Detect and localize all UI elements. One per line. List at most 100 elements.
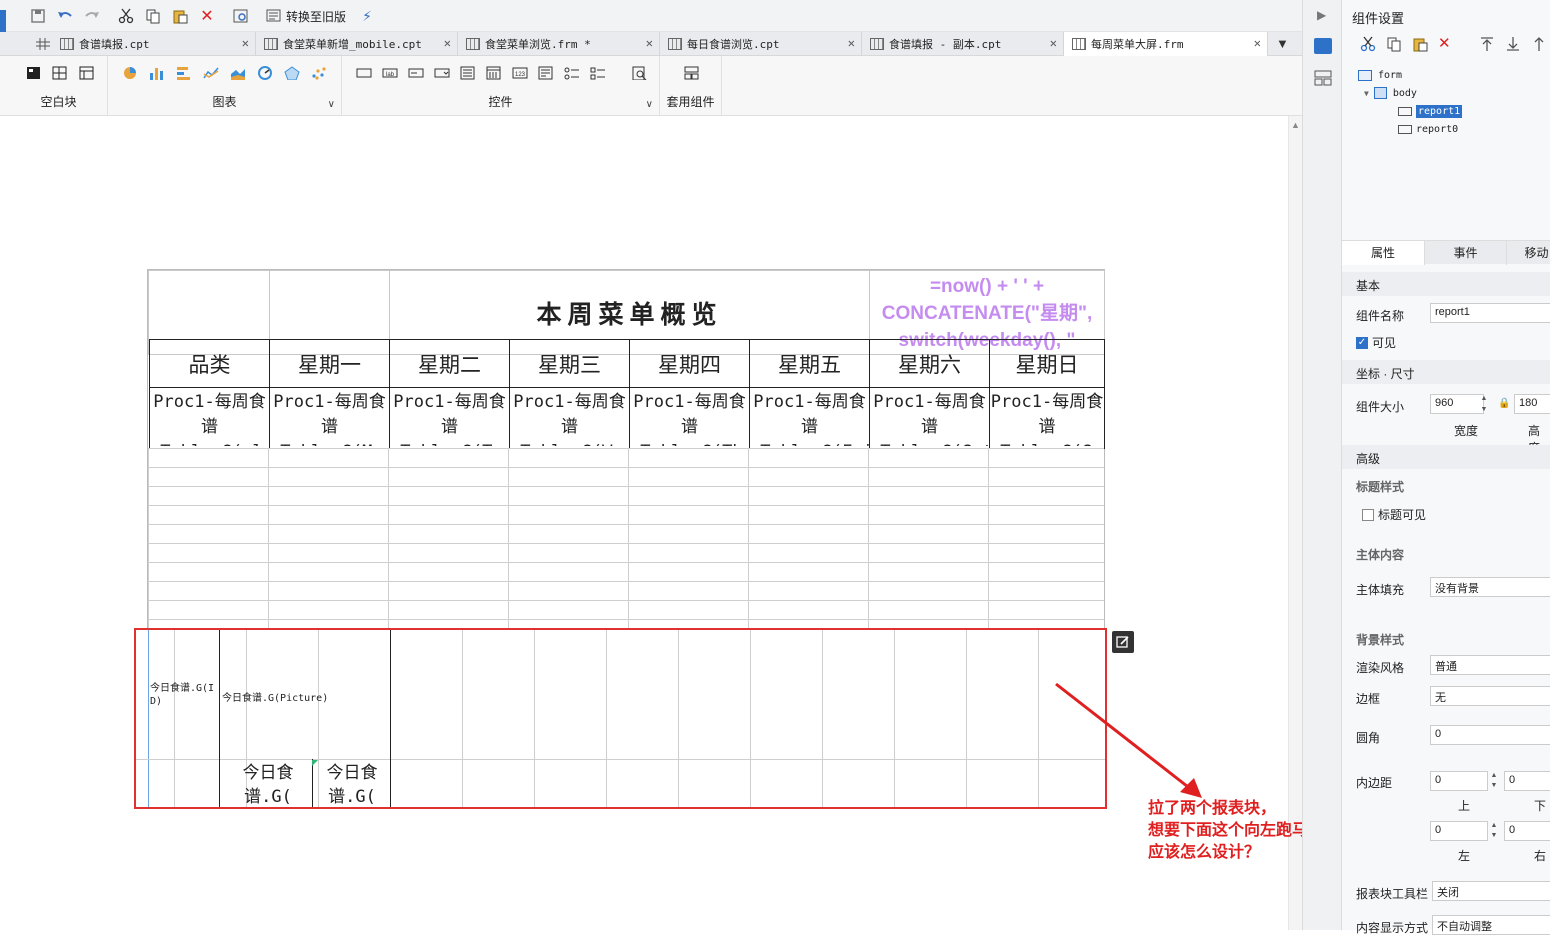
copy-icon[interactable] bbox=[143, 6, 163, 26]
component-name-input[interactable]: report1 bbox=[1430, 303, 1550, 323]
header-friday[interactable]: 星期五 bbox=[749, 339, 870, 388]
scatter-chart-icon[interactable] bbox=[311, 66, 327, 80]
close-icon[interactable]: ✕ bbox=[242, 36, 249, 50]
padding-left-input[interactable]: 0 bbox=[1430, 821, 1488, 841]
tab-mobile[interactable]: 移动 bbox=[1506, 241, 1550, 265]
header-thursday[interactable]: 星期四 bbox=[629, 339, 750, 388]
title-visible-checkbox[interactable] bbox=[1362, 508, 1374, 521]
cell-today-id[interactable]: 今日食谱.G(ID) bbox=[150, 682, 218, 708]
edit-component-button[interactable] bbox=[1112, 631, 1134, 653]
section-advanced[interactable]: 高级 bbox=[1342, 445, 1550, 469]
move-top-icon[interactable] bbox=[1479, 36, 1495, 52]
header-wednesday[interactable]: 星期三 bbox=[509, 339, 630, 388]
tab-overflow-icon[interactable]: ▼ bbox=[1276, 36, 1289, 51]
header-monday[interactable]: 星期一 bbox=[269, 339, 390, 388]
template-component-icon[interactable] bbox=[684, 66, 700, 80]
tree-node-form[interactable]: form bbox=[1358, 66, 1462, 84]
height-input[interactable]: 180 bbox=[1514, 394, 1550, 414]
collapse-arrow-icon[interactable]: ▶ bbox=[1317, 8, 1326, 22]
padding-top-input[interactable]: 0 bbox=[1430, 771, 1488, 791]
gauge-chart-icon[interactable] bbox=[257, 66, 273, 80]
border-select[interactable]: 无 bbox=[1430, 686, 1550, 706]
tab-events[interactable]: 事件 bbox=[1424, 241, 1506, 265]
header-tuesday[interactable]: 星期二 bbox=[389, 339, 510, 388]
close-icon[interactable]: ✕ bbox=[646, 36, 653, 50]
delete-icon[interactable]: ✕ bbox=[1438, 36, 1451, 52]
scroll-up-icon[interactable]: ▲ bbox=[1291, 120, 1300, 130]
delete-icon[interactable]: ✕ bbox=[197, 6, 217, 26]
frozen-layout-icon[interactable] bbox=[52, 66, 68, 80]
number-widget-icon[interactable]: 123 bbox=[512, 66, 528, 80]
radio-group-icon[interactable] bbox=[564, 66, 580, 80]
tree-node-body[interactable]: ▼ body bbox=[1364, 84, 1462, 102]
tree-node-report0[interactable]: report0 bbox=[1398, 120, 1462, 138]
close-icon[interactable]: ✕ bbox=[444, 36, 451, 50]
header-saturday[interactable]: 星期六 bbox=[869, 339, 990, 388]
visible-checkbox[interactable]: ✓ bbox=[1356, 336, 1368, 349]
chevron-down-icon[interactable]: ∨ bbox=[328, 99, 335, 110]
width-input[interactable]: 960 bbox=[1430, 394, 1484, 414]
report1-block[interactable]: 本周菜单概览 =now() + ' ' + CONCATENATE("星期", … bbox=[147, 269, 1105, 629]
bar-chart-icon[interactable] bbox=[149, 66, 165, 80]
label-widget-icon[interactable]: lab bbox=[382, 66, 398, 80]
display-mode-select[interactable]: 不自动调整 bbox=[1432, 915, 1550, 935]
empty-grid-area[interactable] bbox=[148, 448, 1104, 628]
plugin-icon[interactable]: ⚡ bbox=[357, 6, 377, 26]
textarea-widget-icon[interactable] bbox=[538, 66, 554, 80]
padding-right-input[interactable]: 0 bbox=[1504, 821, 1550, 841]
expand-icon[interactable]: ▼ bbox=[1364, 89, 1369, 98]
report0-block-selected[interactable]: 今日食谱.G(ID) 今日食谱.G(Picture) 今日食谱.G( 今日食谱.… bbox=[134, 628, 1107, 809]
toolbar-select[interactable]: 关闭 bbox=[1432, 881, 1550, 901]
convert-legacy-button[interactable]: 转换至旧版 bbox=[266, 6, 346, 26]
cell-thursday[interactable]: Proc1-每周食谱_Table.G(Thursday) bbox=[629, 387, 750, 449]
undo-icon[interactable] bbox=[55, 6, 75, 26]
dropdown-widget-icon[interactable] bbox=[434, 66, 450, 80]
cell-class[interactable]: Proc1-每周食谱_Table.G(class) bbox=[149, 387, 270, 449]
paste-icon[interactable] bbox=[1412, 36, 1428, 52]
cell-today-b[interactable]: 今日食谱.G( bbox=[314, 761, 390, 807]
component-settings-icon[interactable] bbox=[1314, 38, 1332, 54]
cell-tuesday[interactable]: Proc1-每周食谱_Table.G(Tuesday) bbox=[389, 387, 510, 449]
padding-top-spinner[interactable]: ▲ ▼ bbox=[1488, 771, 1500, 791]
move-bottom-icon[interactable] bbox=[1505, 36, 1521, 52]
move-up-icon[interactable] bbox=[1531, 36, 1547, 52]
header-category[interactable]: 品类 bbox=[149, 339, 270, 388]
lock-icon[interactable]: 🔒 bbox=[1498, 398, 1510, 409]
tree-node-report1[interactable]: report1 bbox=[1398, 102, 1463, 120]
section-coord[interactable]: 坐标 · 尺寸 bbox=[1342, 360, 1550, 384]
tab-file-5[interactable]: 食谱填报 - 副本.cpt ✕ bbox=[862, 32, 1064, 56]
text-widget-icon[interactable] bbox=[408, 66, 424, 80]
body-fill-select[interactable]: 没有背景 bbox=[1430, 577, 1550, 597]
cut-icon[interactable] bbox=[116, 6, 136, 26]
cell-friday[interactable]: Proc1-每周食谱_Table.G(Friday) bbox=[749, 387, 870, 449]
cell-monday[interactable]: Proc1-每周食谱_Table.G(Monday) bbox=[269, 387, 390, 449]
padding-left-spinner[interactable]: ▲ ▼ bbox=[1488, 821, 1500, 841]
copy-icon[interactable] bbox=[1386, 36, 1402, 52]
line-chart-icon[interactable] bbox=[203, 66, 219, 80]
chevron-down-icon[interactable]: ∨ bbox=[646, 99, 653, 110]
button-widget-icon[interactable] bbox=[356, 66, 372, 80]
header-sunday[interactable]: 星期日 bbox=[989, 339, 1105, 388]
tab-file-3[interactable]: 食堂菜单浏览.frm * ✕ bbox=[458, 32, 660, 56]
tab-file-6-active[interactable]: 每周菜单大屏.frm ✕ bbox=[1064, 32, 1268, 56]
list-widget-icon[interactable] bbox=[460, 66, 476, 80]
cell-today-a[interactable]: 今日食谱.G( bbox=[228, 761, 308, 807]
cell-today-picture[interactable]: 今日食谱.G(Picture) bbox=[222, 689, 328, 704]
search-widget-icon[interactable] bbox=[632, 66, 648, 80]
pie-chart-icon[interactable] bbox=[122, 66, 138, 80]
horizontal-bar-icon[interactable] bbox=[176, 66, 192, 80]
tab-file-4[interactable]: 每日食谱浏览.cpt ✕ bbox=[660, 32, 862, 56]
padding-bottom-input[interactable]: 0 bbox=[1504, 771, 1550, 791]
section-basic[interactable]: 基本 bbox=[1342, 272, 1550, 296]
width-spinner[interactable]: ▲ ▼ bbox=[1478, 393, 1490, 415]
cut-icon[interactable] bbox=[1360, 36, 1376, 52]
tab-layout-icon[interactable] bbox=[79, 66, 95, 80]
tab-file-2[interactable]: 食堂菜单新增_mobile.cpt ✕ bbox=[256, 32, 458, 56]
save-icon[interactable] bbox=[28, 6, 48, 26]
radius-input[interactable]: 0 bbox=[1430, 725, 1550, 745]
cell-wednesday[interactable]: Proc1-每周食谱_Table.G(Wednesday) bbox=[509, 387, 630, 449]
widget-library-icon[interactable] bbox=[1314, 70, 1332, 86]
close-icon[interactable]: ✕ bbox=[1254, 36, 1261, 50]
close-icon[interactable]: ✕ bbox=[1050, 36, 1057, 50]
paste-icon[interactable] bbox=[170, 6, 190, 26]
